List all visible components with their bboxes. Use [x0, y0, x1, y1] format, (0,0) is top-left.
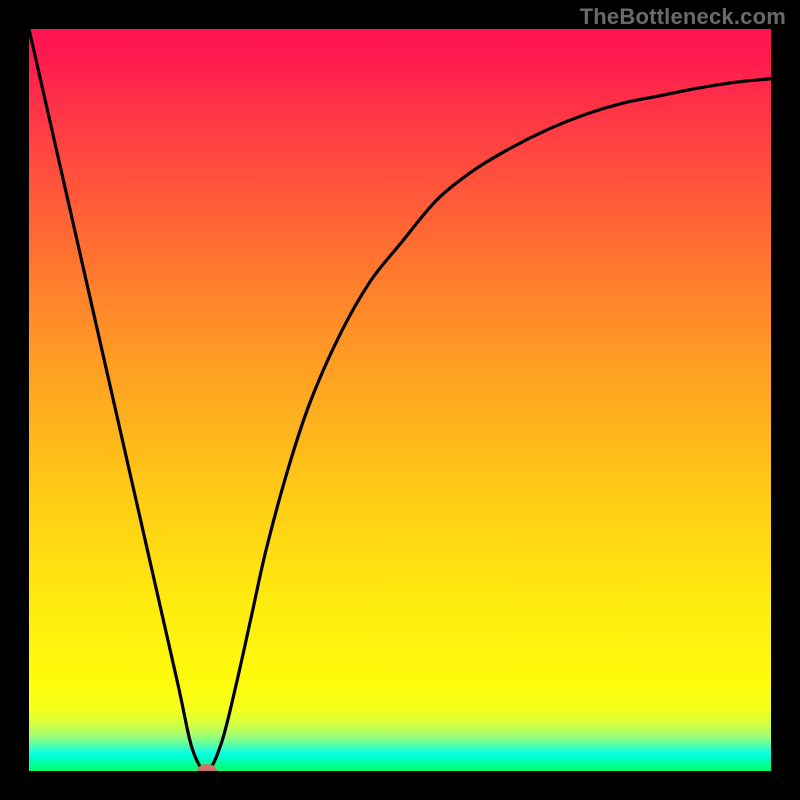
- bottleneck-curve: [29, 29, 771, 771]
- minimum-marker: [197, 764, 217, 771]
- chart-container: TheBottleneck.com: [0, 0, 800, 800]
- watermark-text: TheBottleneck.com: [580, 4, 786, 30]
- curve-svg: [29, 29, 771, 771]
- plot-area: [29, 29, 771, 771]
